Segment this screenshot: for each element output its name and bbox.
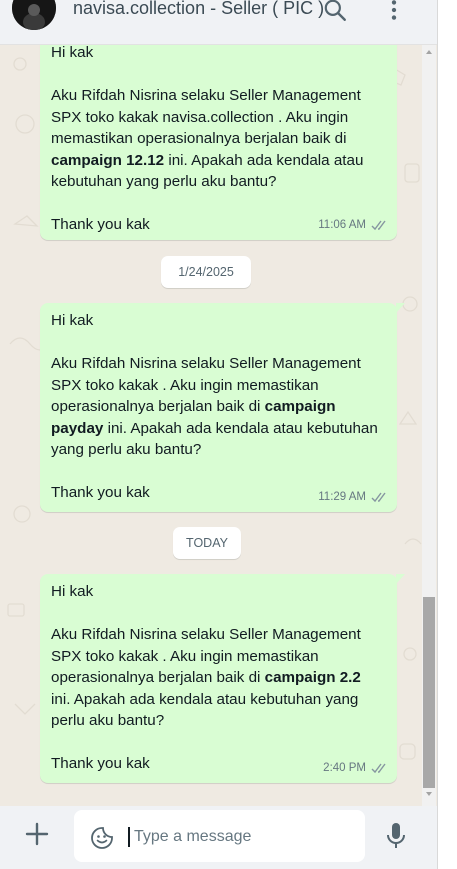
- message-text-line: payday ini. Apakah ada kendala atau kebu…: [51, 419, 378, 437]
- chat-header: navisa.collection - Seller ( PIC ): [0, 0, 437, 45]
- message-text-line: yang perlu aku bantu?: [51, 441, 202, 458]
- date-separator: TODAY: [173, 527, 241, 559]
- message-time: 2:40 PM: [323, 761, 366, 774]
- more-vertical-icon[interactable]: [381, 0, 407, 23]
- message-meta: 11:29 AM: [318, 487, 389, 509]
- bubble-tail: [396, 303, 405, 313]
- message-bubble[interactable]: Hi kak Aku Rifdah Nisrina selaku Seller …: [40, 574, 405, 783]
- avatar-image: [12, 0, 56, 30]
- window-edge: [437, 0, 457, 869]
- emoji-icon[interactable]: [90, 826, 114, 850]
- message-text-line: memastikan operasionalnya berjalan baik …: [51, 130, 347, 147]
- message-text-line: kebutuhan yang perlu aku bantu?: [51, 173, 277, 190]
- message-meta: 11:06 AM: [318, 215, 389, 237]
- double-check-icon: [371, 492, 386, 502]
- message-bubble[interactable]: Hi kak Aku Rifdah Nisrina selaku Seller …: [40, 44, 397, 240]
- double-check-icon: [371, 220, 386, 230]
- scroll-down-arrow[interactable]: [426, 792, 432, 796]
- microphone-icon[interactable]: [385, 821, 407, 851]
- message-text-line: SPX toko kakak navisa.collection . Aku i…: [51, 108, 349, 126]
- message-greeting: Hi kak: [51, 312, 94, 329]
- chat-window: Hi kak Aku Rifdah Nisrina selaku Seller …: [0, 0, 437, 869]
- message-text-line: ini. Apakah ada kendala atau kebutuhan y…: [51, 690, 359, 708]
- message-text-line: Aku Rifdah Nisrina selaku Seller Managem…: [51, 87, 361, 104]
- message-time: 11:29 AM: [318, 490, 366, 503]
- message-text-line: Aku Rifdah Nisrina selaku Seller Managem…: [51, 626, 361, 643]
- search-icon[interactable]: [322, 0, 348, 23]
- message-text-line: campaign 12.12 ini. Apakah ada kendala a…: [51, 151, 364, 169]
- message-greeting: Hi kak: [51, 583, 94, 600]
- composer-bar: Type a message: [0, 806, 437, 869]
- bubble-tail: [396, 574, 405, 584]
- chat-title[interactable]: navisa.collection - Seller ( PIC ): [73, 0, 324, 19]
- scrollbar-thumb[interactable]: [423, 597, 435, 788]
- message-text-line: operasionalnya berjalan baik di campaign: [51, 398, 336, 415]
- message-bubble[interactable]: Hi kak Aku Rifdah Nisrina selaku Seller …: [40, 303, 405, 512]
- date-separator: 1/24/2025: [161, 256, 251, 288]
- message-text-line: Aku Rifdah Nisrina selaku Seller Managem…: [51, 355, 361, 372]
- message-text-line: perlu aku bantu?: [51, 712, 165, 729]
- message-list[interactable]: Hi kak Aku Rifdah Nisrina selaku Seller …: [0, 44, 437, 806]
- message-greeting: Hi kak: [51, 44, 94, 61]
- text-cursor: [128, 827, 130, 847]
- scroll-up-arrow[interactable]: [426, 50, 432, 54]
- message-input[interactable]: Type a message: [74, 810, 365, 862]
- message-text-line: SPX toko kakak . Aku ingin memastikan: [51, 376, 319, 394]
- message-input-placeholder: Type a message: [134, 828, 252, 845]
- message-time: 11:06 AM: [318, 218, 366, 231]
- message-meta: 2:40 PM: [323, 758, 389, 780]
- double-check-icon: [371, 763, 386, 773]
- message-text-line: SPX toko kakak . Aku ingin memastikan: [51, 647, 319, 665]
- avatar[interactable]: [12, 0, 56, 30]
- message-text-line: operasionalnya berjalan baik di campaign…: [51, 669, 361, 686]
- plus-icon[interactable]: [22, 819, 52, 849]
